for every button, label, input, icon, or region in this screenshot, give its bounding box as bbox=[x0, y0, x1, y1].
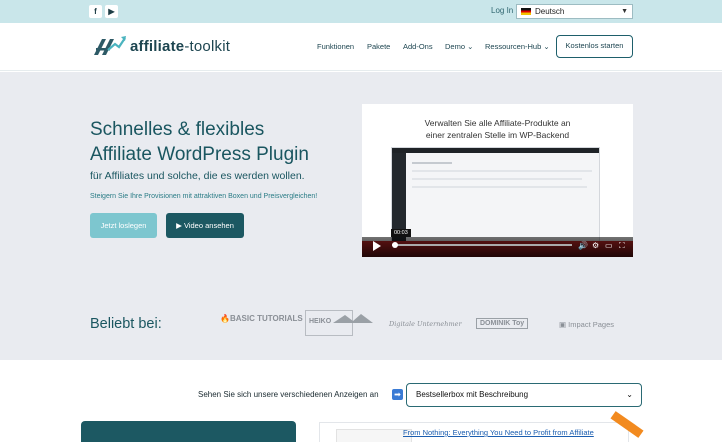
partner-logo-heiko: HEIKO bbox=[305, 310, 374, 336]
top-bar: f ▶ Log In Deutsch ▼ bbox=[0, 0, 722, 23]
product-thumbnail[interactable] bbox=[336, 429, 412, 442]
hero-title-line1: Schnelles & flexibles bbox=[90, 119, 265, 140]
watch-video-label: Video ansehen bbox=[183, 221, 234, 230]
pip-icon[interactable]: ▭ bbox=[605, 241, 613, 251]
video-player[interactable]: Verwalten Sie alle Affiliate-Produkte an… bbox=[362, 104, 633, 257]
partner-logo-impact-pages: ▣ Impact Pages bbox=[559, 320, 614, 329]
wp-row bbox=[412, 170, 592, 172]
partner-logo-text: Impact Pages bbox=[568, 320, 615, 329]
logo-text[interactable]: affiliate-toolkit bbox=[130, 38, 230, 55]
partner-logo-text: HEIKO bbox=[309, 318, 332, 325]
hero-section: Schnelles & flexibles Affiliate WordPres… bbox=[0, 72, 722, 360]
wp-row bbox=[412, 162, 452, 164]
settings-icon[interactable]: ⚙ bbox=[592, 241, 599, 251]
arrow-right-icon: ➡ bbox=[392, 389, 403, 400]
hero-title-line2: Affiliate WordPress Plugin bbox=[90, 144, 309, 165]
video-progress-track[interactable] bbox=[392, 244, 572, 246]
partner-logo-basic-tutorials: 🔥BASIC TUTORIALS bbox=[220, 314, 303, 323]
wp-admin-bar bbox=[392, 148, 599, 153]
watch-video-button[interactable]: ▶ Video ansehen bbox=[166, 213, 244, 238]
ad-type-select[interactable]: Bestsellerbox mit Beschreibung ⌄ bbox=[406, 383, 642, 407]
partner-logo-text: BASIC TUTORIALS bbox=[229, 314, 303, 323]
german-flag-icon bbox=[521, 8, 531, 15]
youtube-icon[interactable]: ▶ bbox=[105, 5, 118, 18]
video-controls: 🔊 ⚙ ▭ ⛶ bbox=[362, 237, 633, 257]
popular-label: Beliebt bei: bbox=[90, 316, 162, 332]
partner-logo-digitale-unternehmer: Digitale Unternehmer bbox=[389, 320, 462, 328]
logo-icon[interactable] bbox=[92, 35, 126, 57]
video-caption: Verwalten Sie alle Affiliate-Produkte an… bbox=[362, 117, 633, 141]
wp-row bbox=[412, 186, 587, 188]
volume-icon[interactable]: 🔊 bbox=[578, 241, 588, 251]
caret-down-icon: ▼ bbox=[621, 8, 628, 15]
play-icon: ▶ bbox=[176, 221, 184, 230]
nav-funktionen[interactable]: Funktionen bbox=[317, 42, 354, 51]
video-frame-screenshot bbox=[391, 147, 600, 243]
ads-prompt: Sehen Sie sich unsere verschiedenen Anze… bbox=[198, 390, 379, 399]
impact-pages-icon: ▣ bbox=[559, 320, 569, 329]
site-header: affiliate-toolkit Funktionen Pakete Add-… bbox=[0, 23, 722, 71]
hero-tagline: Steigern Sie Ihre Provisionen mit attrak… bbox=[90, 193, 318, 200]
chevron-down-icon: ⌄ bbox=[626, 390, 633, 399]
video-progress-handle[interactable] bbox=[392, 242, 398, 248]
logo-text-rest: -toolkit bbox=[184, 38, 231, 55]
video-caption-line2: einer zentralen Stelle im WP-Backend bbox=[425, 130, 570, 140]
facebook-icon[interactable]: f bbox=[89, 5, 102, 18]
nav-add-ons[interactable]: Add-Ons bbox=[403, 42, 433, 51]
nav-demo[interactable]: Demo ⌄ bbox=[445, 42, 473, 51]
flame-icon: 🔥 bbox=[220, 314, 230, 323]
partner-logo-dominik: DOMINIK Toy bbox=[476, 318, 529, 329]
fullscreen-icon[interactable]: ⛶ bbox=[619, 241, 625, 251]
login-link[interactable]: Log In bbox=[491, 6, 513, 15]
video-caption-line1: Verwalten Sie alle Affiliate-Produkte an bbox=[424, 118, 571, 128]
logo-text-bold: affiliate bbox=[130, 38, 185, 55]
mountain-icon bbox=[333, 314, 374, 323]
start-free-button[interactable]: Kostenlos starten bbox=[556, 35, 633, 58]
product-title-link[interactable]: From Nothing: Everything You Need to Pro… bbox=[403, 428, 594, 437]
language-label: Deutsch bbox=[535, 7, 565, 16]
nav-ressourcen-hub[interactable]: Ressourcen-Hub ⌄ bbox=[485, 42, 550, 51]
ad-type-select-value: Bestsellerbox mit Beschreibung bbox=[416, 390, 529, 399]
nav-pakete[interactable]: Pakete bbox=[367, 42, 390, 51]
dark-feature-box bbox=[81, 421, 296, 442]
wp-row bbox=[412, 178, 582, 180]
language-select[interactable]: Deutsch ▼ bbox=[516, 4, 633, 19]
video-timestamp: 00:03 bbox=[391, 229, 411, 237]
hero-subtitle: für Affiliates und solche, die es werden… bbox=[90, 170, 305, 182]
hero-title: Schnelles & flexibles Affiliate WordPres… bbox=[90, 117, 370, 167]
product-card: From Nothing: Everything You Need to Pro… bbox=[319, 422, 629, 442]
video-play-icon[interactable] bbox=[373, 241, 381, 251]
get-started-button[interactable]: Jetzt loslegen bbox=[90, 213, 157, 238]
